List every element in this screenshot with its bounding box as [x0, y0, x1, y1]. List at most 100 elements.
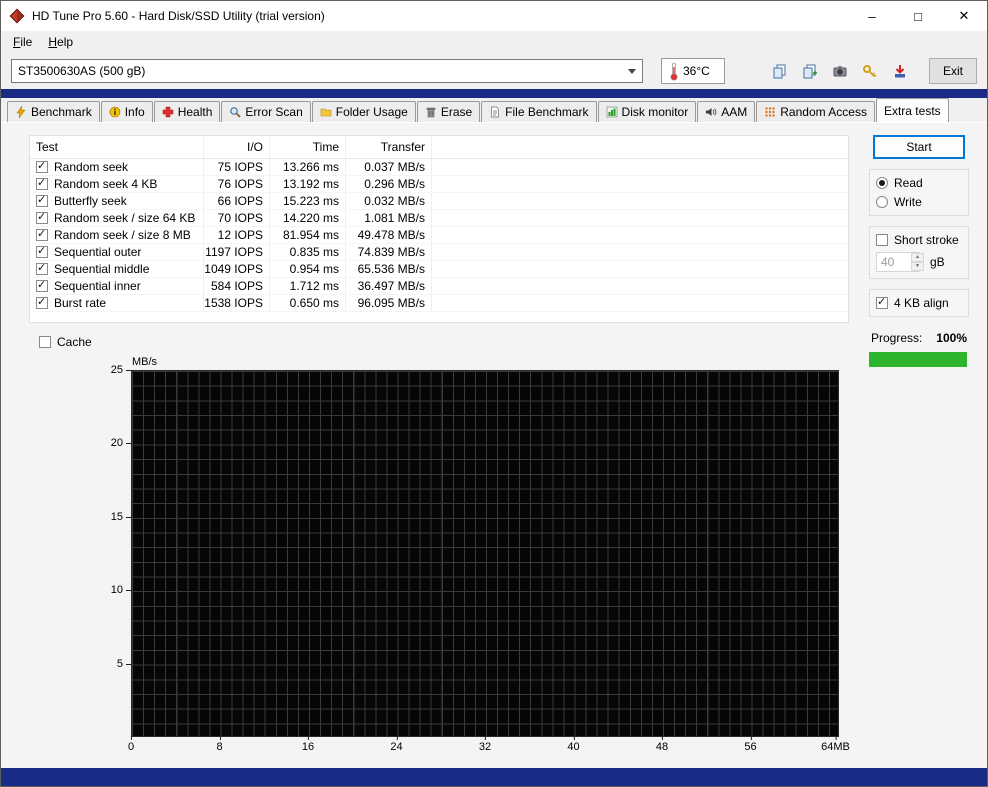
titlebar: HD Tune Pro 5.60 - Hard Disk/SSD Utility…: [1, 1, 987, 31]
test-time: 0.835 ms: [270, 244, 346, 260]
read-option[interactable]: Read: [876, 176, 962, 190]
copy-add-button[interactable]: [796, 58, 823, 84]
menu-help[interactable]: Help: [40, 33, 81, 51]
table-row[interactable]: Sequential inner 584 IOPS 1.712 ms 36.49…: [30, 278, 848, 295]
write-option[interactable]: Write: [876, 195, 962, 209]
x-tick-label: 64MB: [821, 741, 850, 753]
tab-folder-usage[interactable]: Folder Usage: [312, 101, 416, 122]
table-row[interactable]: Random seek 75 IOPS 13.266 ms 0.037 MB/s: [30, 159, 848, 176]
table-row[interactable]: Burst rate 1538 IOPS 0.650 ms 96.095 MB/…: [30, 295, 848, 312]
tab-file-benchmark[interactable]: File Benchmark: [481, 101, 596, 122]
x-tick-label: 32: [479, 741, 491, 753]
test-io: 75 IOPS: [204, 159, 270, 175]
app-icon: [9, 8, 25, 24]
progress: Progress: 100%: [869, 331, 969, 345]
y-tick-label: 10: [95, 584, 123, 596]
progress-bar: [869, 352, 967, 367]
cache-option[interactable]: Cache: [39, 335, 92, 349]
tab-label: File Benchmark: [505, 105, 588, 119]
health-cross-icon: [162, 106, 174, 118]
y-tick-label: 5: [95, 658, 123, 670]
tab-error-scan[interactable]: Error Scan: [221, 101, 310, 122]
short-stroke-group: Short stroke ▲▼ gB: [869, 226, 969, 279]
tab-label: Benchmark: [31, 105, 92, 119]
copy-button[interactable]: [766, 58, 793, 84]
x-tick-label: 16: [302, 741, 314, 753]
row-checkbox[interactable]: [36, 229, 48, 241]
row-checkbox[interactable]: [36, 246, 48, 258]
tabbar: Benchmark Info Health Error Scan Folder …: [1, 98, 987, 122]
test-io: 76 IOPS: [204, 176, 270, 192]
close-button[interactable]: ✕: [941, 1, 987, 31]
tab-random-access[interactable]: Random Access: [756, 101, 875, 122]
test-io: 66 IOPS: [204, 193, 270, 209]
test-name: Random seek 4 KB: [54, 177, 157, 191]
x-tick-label: 0: [128, 741, 134, 753]
row-checkbox[interactable]: [36, 178, 48, 190]
align-checkbox[interactable]: [876, 297, 888, 309]
table-row[interactable]: Sequential middle 1049 IOPS 0.954 ms 65.…: [30, 261, 848, 278]
short-stroke-checkbox[interactable]: [876, 234, 888, 246]
file-icon: [489, 106, 501, 118]
row-checkbox[interactable]: [36, 212, 48, 224]
combo-dropdown-button[interactable]: [622, 60, 642, 82]
read-label: Read: [894, 176, 923, 190]
minimize-button[interactable]: –: [849, 1, 895, 31]
row-checkbox[interactable]: [36, 297, 48, 309]
y-tick-label: 15: [95, 511, 123, 523]
test-time: 15.223 ms: [270, 193, 346, 209]
spin-up-icon[interactable]: ▲: [911, 253, 924, 262]
test-name: Butterfly seek: [54, 194, 127, 208]
row-checkbox[interactable]: [36, 195, 48, 207]
tab-extra-tests[interactable]: Extra tests: [876, 98, 949, 122]
table-row[interactable]: Butterfly seek 66 IOPS 15.223 ms 0.032 M…: [30, 193, 848, 210]
tab-erase[interactable]: Erase: [417, 101, 480, 122]
test-name: Sequential middle: [54, 262, 149, 276]
table-row[interactable]: Random seek / size 8 MB 12 IOPS 81.954 m…: [30, 227, 848, 244]
keys-icon: [862, 63, 878, 79]
row-checkbox[interactable]: [36, 263, 48, 275]
tab-info[interactable]: Info: [101, 101, 153, 122]
test-name: Burst rate: [54, 296, 106, 310]
header-time: Time: [270, 136, 346, 158]
benchmark-icon: [15, 106, 27, 118]
menu-file[interactable]: File: [5, 33, 40, 51]
save-button[interactable]: [886, 58, 913, 84]
short-stroke-option[interactable]: Short stroke: [876, 233, 962, 247]
row-checkbox[interactable]: [36, 280, 48, 292]
test-transfer: 96.095 MB/s: [346, 295, 432, 311]
table-row[interactable]: Random seek 4 KB 76 IOPS 13.192 ms 0.296…: [30, 176, 848, 193]
maximize-button[interactable]: □: [895, 1, 941, 31]
tab-disk-monitor[interactable]: Disk monitor: [598, 101, 697, 122]
test-io: 1197 IOPS: [204, 244, 270, 260]
read-radio[interactable]: [876, 177, 888, 189]
screenshot-button[interactable]: [826, 58, 853, 84]
row-checkbox[interactable]: [36, 161, 48, 173]
tab-label: Disk monitor: [622, 105, 689, 119]
monitor-chart-icon: [606, 106, 618, 118]
table-row[interactable]: Random seek / size 64 KB 70 IOPS 14.220 …: [30, 210, 848, 227]
exit-button[interactable]: Exit: [929, 58, 977, 84]
unit-label: gB: [930, 255, 945, 269]
drive-select[interactable]: ST3500630AS (500 gB): [11, 59, 643, 83]
info-icon: [109, 106, 121, 118]
spin-down-icon[interactable]: ▼: [911, 262, 924, 271]
test-time: 0.954 ms: [270, 261, 346, 277]
menubar: File Help: [1, 31, 987, 53]
start-button[interactable]: Start: [873, 135, 965, 159]
test-time: 13.266 ms: [270, 159, 346, 175]
tab-health[interactable]: Health: [154, 101, 221, 122]
test-transfer: 74.839 MB/s: [346, 244, 432, 260]
tab-benchmark[interactable]: Benchmark: [7, 101, 100, 122]
register-button[interactable]: [856, 58, 883, 84]
table-row[interactable]: Sequential outer 1197 IOPS 0.835 ms 74.8…: [30, 244, 848, 261]
test-io: 1049 IOPS: [204, 261, 270, 277]
tests-table: Test I/O Time Transfer Random seek 75 IO…: [29, 135, 849, 323]
copy-icon: [772, 63, 788, 79]
tab-label: Info: [125, 105, 145, 119]
tab-aam[interactable]: AAM: [697, 101, 755, 122]
separator-band-top: [1, 89, 987, 98]
write-radio[interactable]: [876, 196, 888, 208]
align-option[interactable]: 4 KB align: [876, 296, 962, 310]
cache-checkbox[interactable]: [39, 336, 51, 348]
